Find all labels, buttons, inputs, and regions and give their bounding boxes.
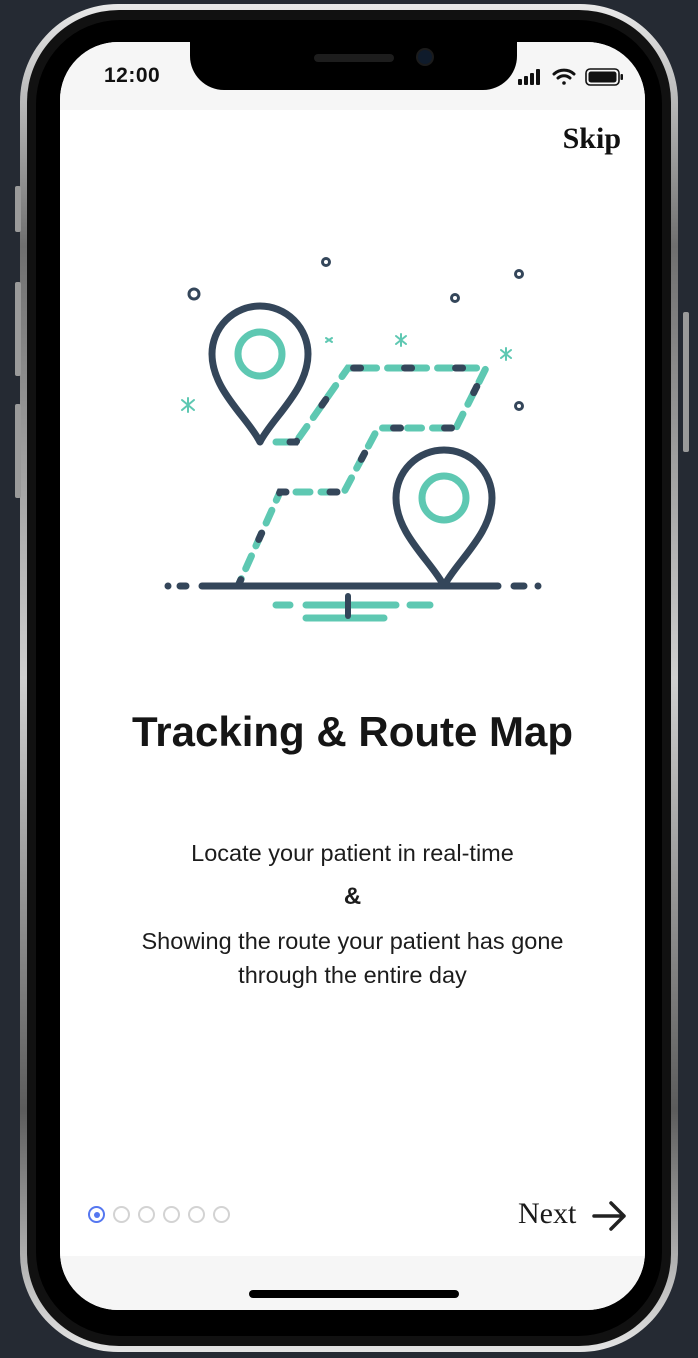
page-dot-6[interactable]	[213, 1206, 230, 1223]
notch	[190, 42, 517, 90]
volume-down-button	[15, 404, 21, 498]
signal-icon	[518, 69, 540, 85]
status-icons	[518, 66, 626, 93]
page-dot-5[interactable]	[188, 1206, 205, 1223]
slide-title: Tracking & Route Map	[131, 708, 574, 755]
map-pin-bottom-icon	[392, 446, 496, 590]
onboarding-content: Skip Tracking & Route Map Locate your pa…	[60, 110, 645, 1256]
page-dot-2[interactable]	[113, 1206, 130, 1223]
status-time: 12:00	[104, 64, 161, 87]
volume-up-button	[15, 282, 21, 376]
next-button-label: Next	[518, 1197, 577, 1230]
arrow-right-icon	[592, 1201, 626, 1231]
battery-icon	[585, 68, 623, 86]
map-pin-top-icon	[208, 302, 312, 446]
map-route-with-pins-icon	[164, 257, 542, 622]
skip-button[interactable]: Skip	[563, 122, 621, 156]
mute-switch	[15, 186, 21, 232]
page-dot-3[interactable]	[138, 1206, 155, 1223]
page-dot-4[interactable]	[163, 1206, 180, 1223]
page-dot-1[interactable]	[88, 1206, 105, 1223]
front-camera	[418, 50, 432, 64]
status-icons-svg	[518, 68, 623, 86]
speaker-grille	[314, 54, 394, 62]
slide-description-line-2: Showing the route your patient has gone …	[141, 928, 564, 988]
home-indicator-area	[60, 1256, 645, 1310]
slide-description-line-1: Locate your patient in real-time	[191, 840, 514, 866]
power-button	[683, 312, 689, 452]
home-indicator[interactable]	[249, 1290, 459, 1298]
slide-description-connector: &	[343, 883, 362, 910]
wifi-icon	[552, 68, 576, 85]
phone-screen: 12:00 Skip Tracking & Route Map Locate y…	[60, 42, 645, 1310]
